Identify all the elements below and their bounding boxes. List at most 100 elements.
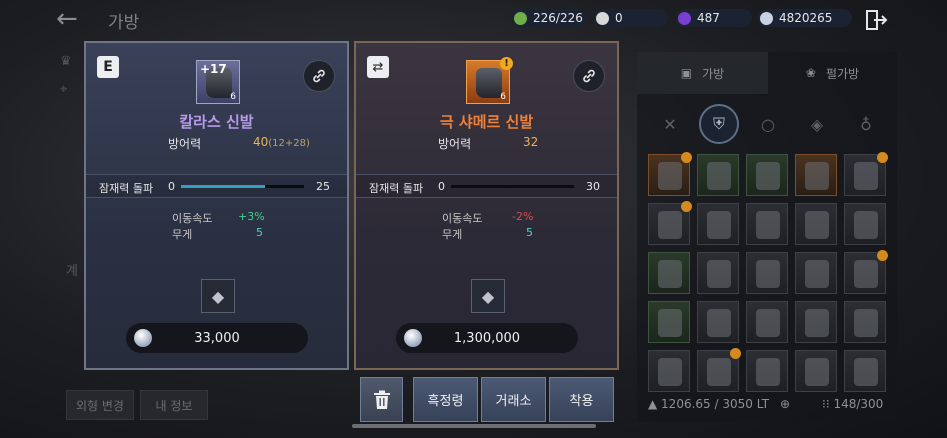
potential-bar [181, 185, 304, 188]
armor-icon [756, 309, 780, 337]
armor-icon [756, 211, 780, 239]
equip-button[interactable]: 착용 [549, 377, 614, 422]
inventory-slot[interactable] [844, 152, 888, 196]
inventory-slot[interactable] [844, 203, 886, 245]
pearl-icon [596, 11, 609, 25]
armor-icon [707, 358, 731, 386]
inventory-slot[interactable] [795, 203, 837, 245]
inventory-slot[interactable] [697, 301, 739, 343]
tab-bag[interactable]: ▣ 가방 [637, 52, 768, 94]
potential-min: 0 [438, 180, 445, 193]
inventory-slot[interactable] [648, 350, 690, 392]
inventory-slot[interactable] [746, 203, 788, 245]
category-weapon-icon[interactable]: ✕ [650, 104, 690, 144]
equipped-item-card: E +17 6 칼라스 신발 방어력 40(12+28) 잠재력 돌파 0 25… [84, 41, 349, 370]
inventory-slot[interactable] [697, 252, 739, 294]
equipped-badge: E [97, 56, 119, 78]
back-arrow-icon[interactable]: ← [56, 6, 86, 32]
inventory-slot[interactable] [795, 350, 837, 392]
armor-icon [756, 260, 780, 288]
armor-icon [854, 358, 878, 386]
appearance-button[interactable]: 외형 변경 [66, 390, 134, 420]
armor-icon [658, 309, 682, 337]
tab-pearl-bag[interactable]: ❀ 펄가방 [768, 52, 897, 94]
defense-label: 방어력 [168, 137, 202, 151]
inventory-slot[interactable] [795, 301, 837, 343]
silver-coin-icon [760, 11, 773, 25]
weight-counter: 226/226 [512, 9, 586, 27]
category-potion-icon[interactable]: ♁ [846, 104, 886, 144]
armor-icon [805, 162, 829, 190]
defense-value: 40(12+28) [253, 135, 310, 149]
defense-label: 방어력 [438, 137, 472, 151]
pearl-counter: 0 [594, 9, 668, 27]
item-slot[interactable]: +17 6 [196, 60, 240, 104]
inventory-slot[interactable] [648, 252, 690, 294]
delete-button[interactable] [360, 377, 403, 422]
armor-icon [854, 162, 878, 190]
category-armor-icon[interactable]: ⛨ [699, 104, 739, 144]
ghost-section-label: 계 [66, 264, 78, 279]
potential-max: 30 [586, 180, 600, 193]
page-title: 가방 [108, 13, 140, 33]
inventory-slot[interactable] [844, 301, 886, 343]
sell-price: 33,000 [126, 323, 308, 353]
category-ring-icon[interactable]: ○ [748, 104, 788, 144]
item-slot[interactable]: ! 6 [466, 57, 513, 104]
black-spirit-button[interactable]: 흑정령 [413, 377, 478, 422]
item-level: 6 [230, 92, 236, 102]
inventory-slot[interactable] [795, 154, 837, 196]
inventory-slot[interactable] [746, 350, 788, 392]
armor-icon [805, 309, 829, 337]
scrollbar[interactable] [352, 424, 596, 428]
alert-icon [681, 201, 692, 212]
inventory-slot[interactable] [697, 203, 739, 245]
armor-icon [658, 260, 682, 288]
inventory-slot[interactable] [844, 250, 888, 294]
weight-icon: ▲ [648, 397, 662, 411]
potential-min: 0 [168, 180, 175, 193]
inventory-slot[interactable] [844, 350, 886, 392]
inventory-slot[interactable] [746, 252, 788, 294]
silver-coin-icon [404, 329, 422, 347]
trash-icon [373, 390, 390, 409]
market-button[interactable]: 거래소 [481, 377, 546, 422]
plus-icon[interactable]: ⊕ [780, 397, 790, 411]
game-screen: ← 가방 226/226 0 487 4820265 ♛ ⌖ 계 외형 변경 내… [0, 0, 947, 438]
silver-coin-icon [134, 329, 152, 347]
item-name: 극 샤메르 신발 [439, 113, 534, 131]
inventory-slot[interactable] [746, 154, 788, 196]
compared-item-card: ⇄ ! 6 극 샤메르 신발 방어력 32 잠재력 돌파 0 30 이동속도 -… [354, 41, 619, 370]
inventory-weight: ▲ 1206.65 / 3050 LT [648, 397, 770, 411]
armor-icon [707, 162, 731, 190]
potential-label: 잠재력 돌파 [99, 182, 154, 195]
swap-icon: ⇄ [367, 56, 389, 78]
armor-icon [658, 358, 682, 386]
crystal-slot-icon[interactable]: ◆ [471, 279, 505, 313]
exit-icon[interactable] [864, 8, 888, 32]
inventory-slot[interactable] [697, 348, 741, 392]
my-info-button[interactable]: 내 정보 [140, 390, 208, 420]
category-gem-icon[interactable]: ◈ [797, 104, 837, 144]
defense-value: 32 [523, 135, 539, 149]
link-icon[interactable] [573, 60, 605, 92]
armor-icon [756, 162, 780, 190]
bag-icon: ▣ [680, 66, 693, 80]
inventory-slot[interactable] [746, 301, 788, 343]
silver-counter: 4820265 [758, 9, 852, 27]
alert-icon [877, 152, 888, 163]
alert-icon [730, 348, 741, 359]
crystal-slot-icon[interactable]: ◆ [201, 279, 235, 313]
armor-icon [756, 358, 780, 386]
armor-icon [805, 358, 829, 386]
link-icon[interactable] [303, 60, 335, 92]
inventory-slot[interactable] [795, 252, 837, 294]
potential-bar-fill [181, 185, 265, 188]
armor-icon [658, 162, 682, 190]
armor-icon [707, 211, 731, 239]
boots-icon [476, 68, 502, 98]
inventory-slot[interactable] [697, 154, 739, 196]
inventory-slot[interactable] [648, 201, 692, 245]
inventory-slot[interactable] [648, 152, 692, 196]
inventory-slot[interactable] [648, 301, 690, 343]
